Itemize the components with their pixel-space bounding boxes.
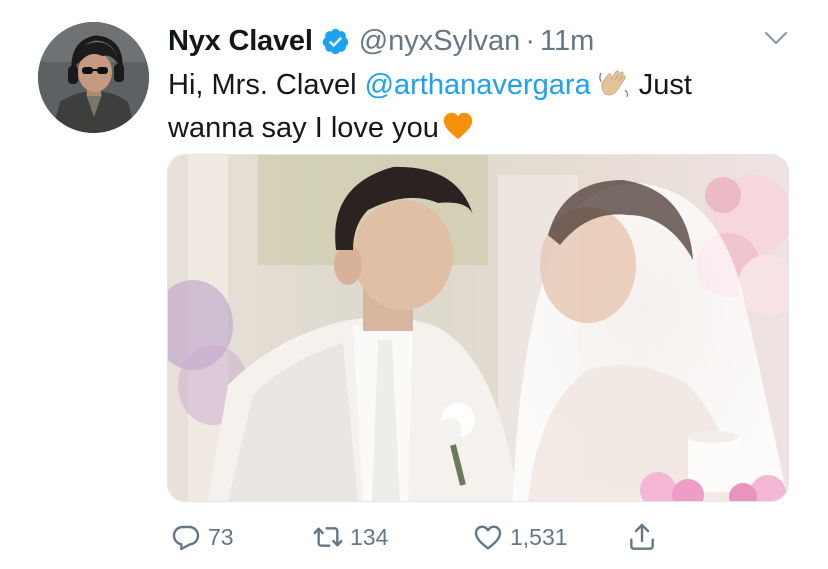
- avatar-image: [38, 22, 149, 133]
- orange-heart-icon: [441, 109, 475, 143]
- retweet-button[interactable]: 134: [312, 515, 388, 559]
- wedding-photo: [168, 155, 788, 501]
- tweet-text-line-2: wanna say I love you: [168, 107, 808, 150]
- tweet-actions: 73 134 1,531: [168, 515, 668, 559]
- share-button[interactable]: [626, 515, 658, 559]
- reply-icon: [172, 525, 200, 551]
- tweet-text: Hi, Mrs. Clavel @arthanavergara Just wan…: [168, 64, 808, 150]
- reply-count: 73: [208, 523, 234, 550]
- retweet-icon: [313, 527, 343, 547]
- tweet-text-part2: Just: [638, 69, 692, 101]
- tweet-header: Nyx Clavel @nyxSylvan · 11m: [168, 19, 594, 63]
- avatar[interactable]: [38, 22, 149, 133]
- retweet-count: 134: [350, 523, 389, 550]
- tweet-photo[interactable]: [167, 154, 789, 502]
- tweet-card[interactable]: Nyx Clavel @nyxSylvan · 11m Hi, Mrs. Cla…: [0, 0, 828, 569]
- heart-icon: [474, 525, 502, 550]
- tweet-text-part1: Hi, Mrs. Clavel: [168, 69, 357, 101]
- waving-hand-icon: [597, 66, 631, 100]
- like-count: 1,531: [510, 523, 568, 550]
- reply-button[interactable]: 73: [170, 515, 234, 559]
- user-handle[interactable]: @nyxSylvan: [359, 25, 521, 58]
- verified-badge-icon: [321, 27, 350, 56]
- chevron-down-icon[interactable]: [764, 30, 788, 46]
- display-name[interactable]: Nyx Clavel: [168, 25, 313, 58]
- separator-dot: ·: [525, 24, 535, 57]
- tweet-text-line2: wanna say I love you: [168, 112, 439, 144]
- timestamp[interactable]: 11m: [540, 25, 594, 58]
- tweet-text-line-1: Hi, Mrs. Clavel @arthanavergara Just: [168, 64, 808, 107]
- share-icon: [630, 523, 654, 550]
- like-button[interactable]: 1,531: [472, 515, 568, 559]
- mention-link[interactable]: @arthanavergara: [365, 69, 591, 101]
